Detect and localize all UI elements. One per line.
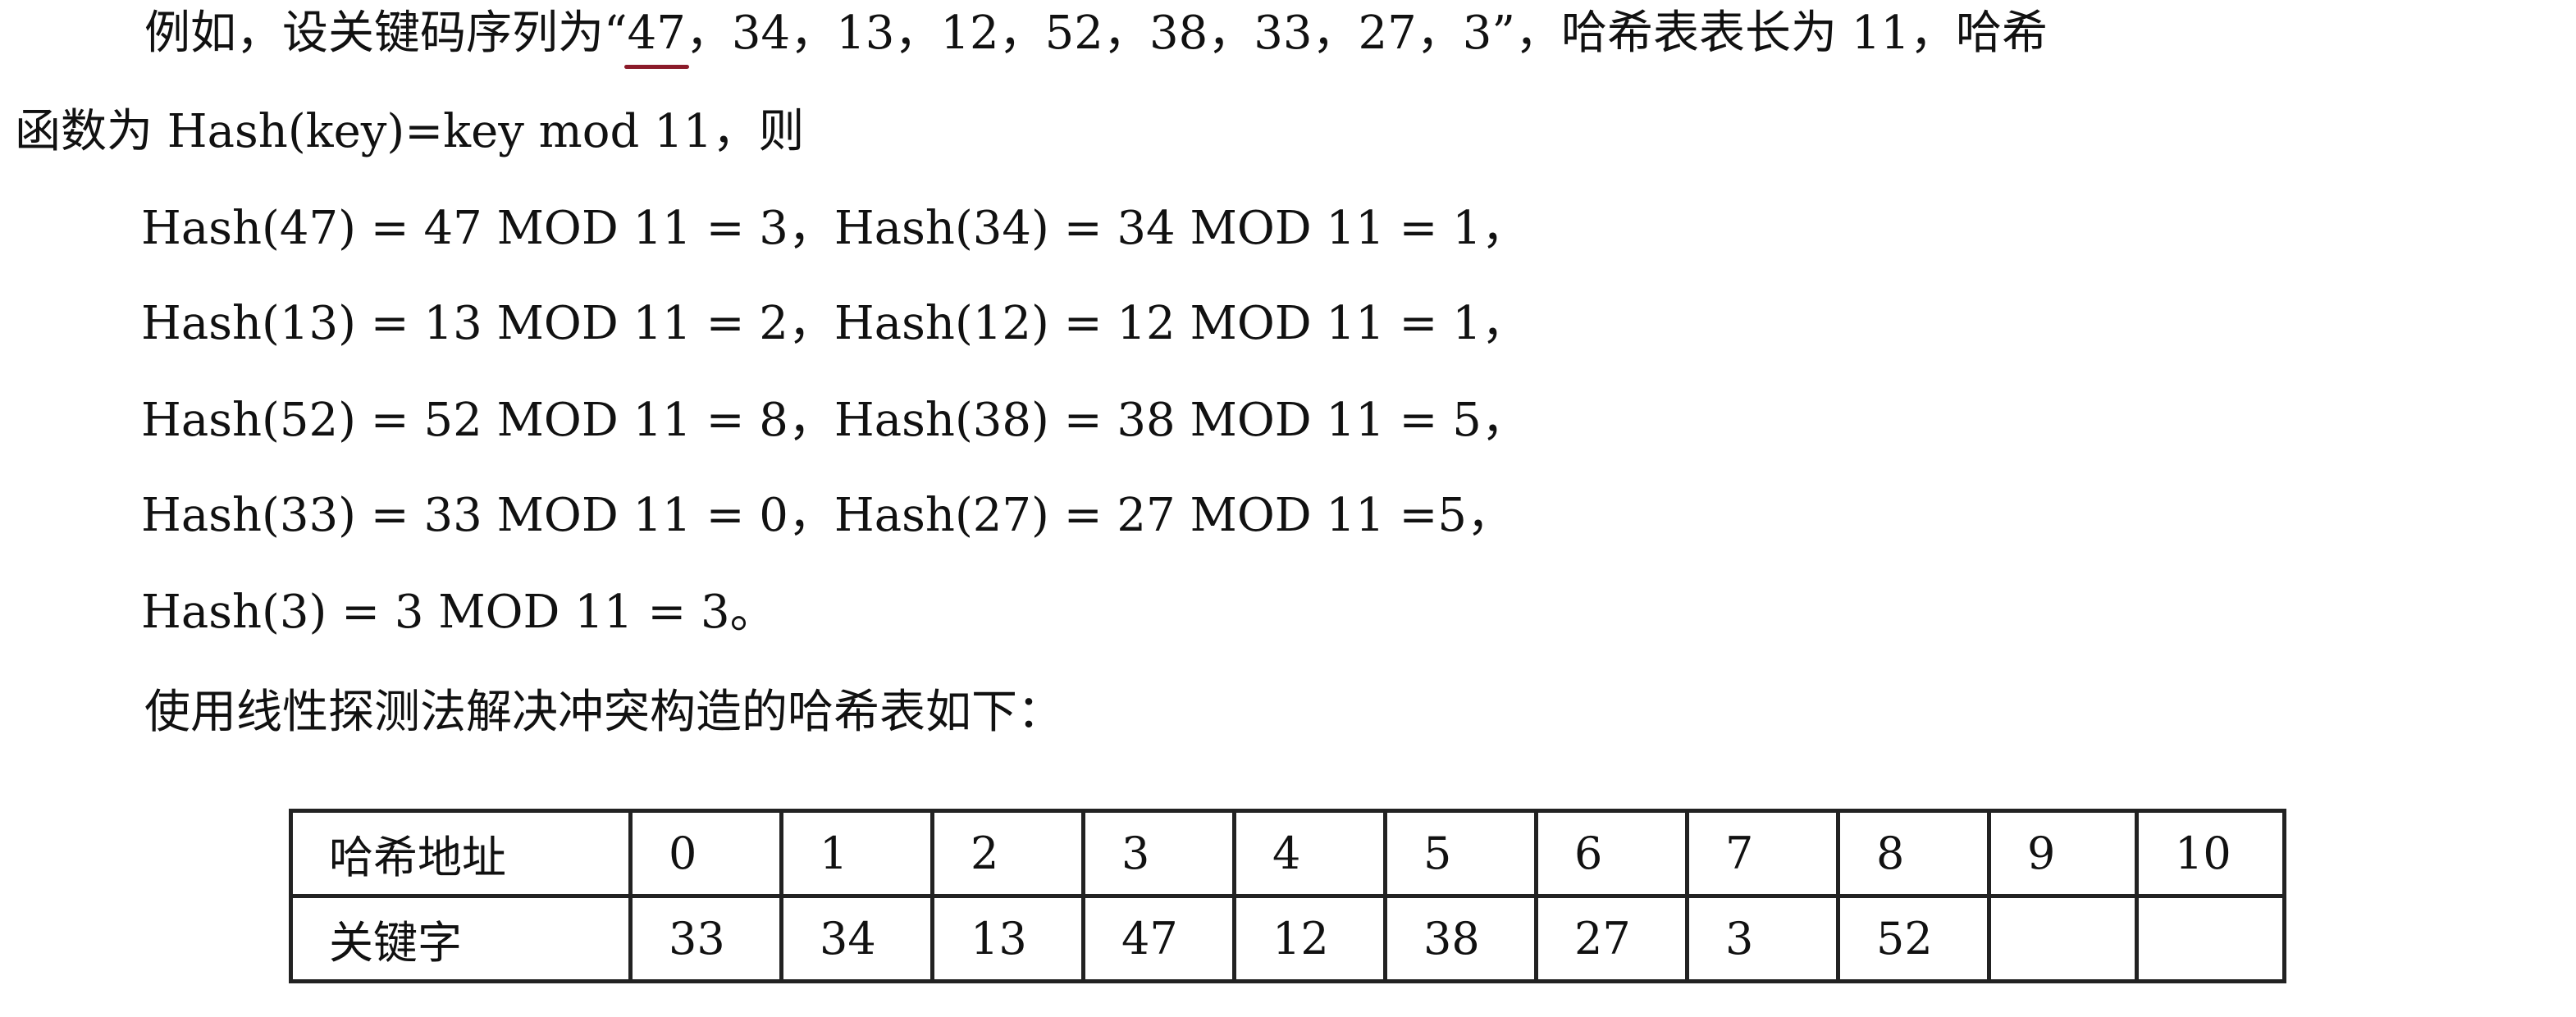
key-cell-3: 47 xyxy=(1081,894,1236,983)
calculation-line-4: Hash(33) = 33 MOD 11 = 0，Hash(27) = 27 M… xyxy=(141,489,1514,542)
calculation-line-1: Hash(47) = 47 MOD 11 = 3，Hash(34) = 34 M… xyxy=(141,202,1528,255)
address-cell-5: 5 xyxy=(1383,809,1538,898)
key-cell-2: 13 xyxy=(930,894,1085,983)
address-cell-3: 3 xyxy=(1081,809,1236,898)
hash-table: 哈希地址 0 1 2 3 4 5 6 7 8 9 10 关键字 33 34 13… xyxy=(289,809,2286,983)
intro-line-1-suffix: ，34，13，12，52，38，33，27，3”，哈希表表长为 11，哈希 xyxy=(685,7,2048,60)
address-cell-9: 9 xyxy=(1987,809,2139,898)
address-row: 哈希地址 0 1 2 3 4 5 6 7 8 9 10 xyxy=(289,809,2286,898)
calculation-line-2: Hash(13) = 13 MOD 11 = 2，Hash(12) = 12 M… xyxy=(141,297,1528,350)
key-cell-0: 33 xyxy=(628,894,783,983)
document-page: 例如，设关键码序列为“47 ，34，13，12，52，38，33，27，3”，哈希… xyxy=(0,0,2576,1017)
address-cell-8: 8 xyxy=(1836,809,1991,898)
highlighted-key-47: 47 xyxy=(623,5,689,69)
key-cell-10 xyxy=(2135,894,2286,983)
red-underline-mark xyxy=(623,65,689,69)
calculation-line-5: Hash(3) = 3 MOD 11 = 3。 xyxy=(141,586,776,639)
key-cell-1: 34 xyxy=(779,894,934,983)
key-row: 关键字 33 34 13 47 12 38 27 3 52 xyxy=(289,894,2286,983)
intro-line-1-prefix: 例如，设关键码序列为“ xyxy=(144,7,628,60)
key-cell-4: 12 xyxy=(1232,894,1387,983)
calculation-line-3: Hash(52) = 52 MOD 11 = 8，Hash(38) = 38 M… xyxy=(141,394,1528,447)
address-row-label: 哈希地址 xyxy=(289,809,633,898)
address-cell-0: 0 xyxy=(628,809,783,898)
key-cell-7: 3 xyxy=(1685,894,1840,983)
key-cell-5: 38 xyxy=(1383,894,1538,983)
address-cell-7: 7 xyxy=(1685,809,1840,898)
key-cell-6: 27 xyxy=(1534,894,1689,983)
address-cell-4: 4 xyxy=(1232,809,1387,898)
key-row-label: 关键字 xyxy=(289,894,633,983)
address-cell-6: 6 xyxy=(1534,809,1689,898)
highlighted-key-text: 47 xyxy=(627,7,686,60)
intro-line-1: 例如，设关键码序列为“47 ，34，13，12，52，38，33，27，3”，哈希… xyxy=(144,5,2048,69)
address-cell-10: 10 xyxy=(2135,809,2286,898)
key-cell-9 xyxy=(1987,894,2139,983)
intro-line-2: 函数为 Hash(key)=key mod 11，则 xyxy=(15,105,805,158)
key-cell-8: 52 xyxy=(1836,894,1991,983)
address-cell-2: 2 xyxy=(930,809,1085,898)
address-cell-1: 1 xyxy=(779,809,934,898)
closing-sentence: 使用线性探测法解决冲突构造的哈希表如下： xyxy=(144,686,1063,739)
